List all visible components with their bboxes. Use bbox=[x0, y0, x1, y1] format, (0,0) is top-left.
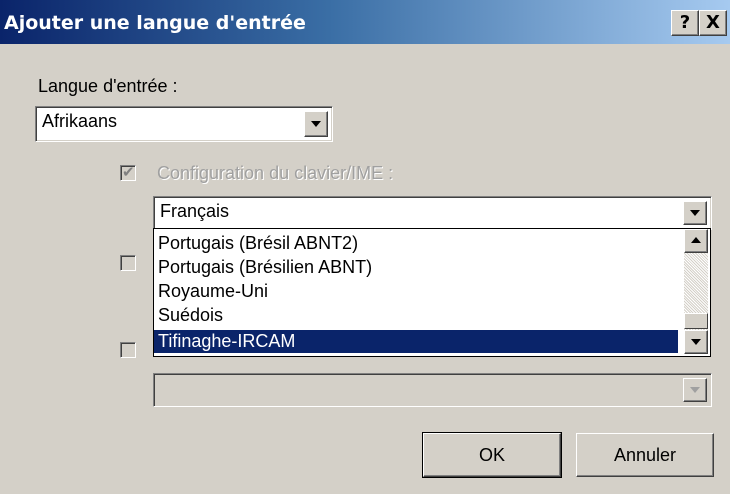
chevron-down-icon bbox=[690, 210, 700, 216]
dialog-title: Ajouter une langue d'entrée bbox=[4, 12, 306, 34]
chevron-up-icon bbox=[691, 237, 701, 243]
cancel-button[interactable]: Annuler bbox=[576, 433, 714, 477]
checkmark-icon: ✔ bbox=[122, 163, 135, 181]
option-checkbox-2[interactable] bbox=[120, 255, 136, 271]
scroll-thumb[interactable] bbox=[684, 313, 708, 329]
list-item-selected[interactable]: Tifinaghe-IRCAM bbox=[154, 330, 678, 353]
list-item[interactable]: Suédois bbox=[154, 304, 678, 327]
chevron-down-icon bbox=[690, 387, 700, 393]
scroll-up-button[interactable] bbox=[684, 229, 708, 253]
chevron-down-icon bbox=[311, 121, 321, 127]
input-language-select[interactable]: Afrikaans bbox=[35, 106, 333, 142]
help-button[interactable]: ? bbox=[671, 10, 699, 36]
input-language-dropdown-button[interactable] bbox=[304, 111, 328, 137]
scroll-down-button[interactable] bbox=[684, 330, 708, 354]
chevron-down-icon bbox=[691, 339, 701, 345]
input-language-label: Langue d'entrée : bbox=[38, 76, 178, 96]
list-item[interactable]: Royaume-Uni bbox=[154, 280, 678, 303]
title-bar[interactable]: Ajouter une langue d'entrée ? X bbox=[0, 0, 730, 44]
list-item[interactable]: Portugais (Brésil ABNT2) bbox=[154, 232, 678, 255]
ok-button[interactable]: OK bbox=[422, 432, 562, 478]
keyboard-layout-value: Français bbox=[160, 201, 230, 221]
keyboard-layout-select[interactable]: Français bbox=[153, 196, 712, 230]
keyboard-layout-checkbox[interactable]: ✔ bbox=[120, 163, 136, 181]
option-3-select[interactable] bbox=[153, 373, 712, 407]
option-checkbox-3[interactable] bbox=[120, 342, 136, 358]
keyboard-layout-list[interactable]: Portugais (Brésil ABNT2) Portugais (Brés… bbox=[153, 228, 711, 357]
keyboard-layout-dropdown-button[interactable] bbox=[683, 201, 707, 225]
input-language-value: Afrikaans bbox=[42, 111, 118, 131]
list-item[interactable]: Portugais (Brésilien ABNT) bbox=[154, 256, 678, 279]
keyboard-layout-label: Configuration du clavier/IME : bbox=[157, 163, 394, 183]
option-3-dropdown-button[interactable] bbox=[683, 378, 707, 402]
close-button[interactable]: X bbox=[699, 10, 727, 36]
list-scrollbar[interactable] bbox=[684, 229, 708, 354]
add-input-language-dialog: Ajouter une langue d'entrée ? X Langue d… bbox=[0, 0, 730, 494]
